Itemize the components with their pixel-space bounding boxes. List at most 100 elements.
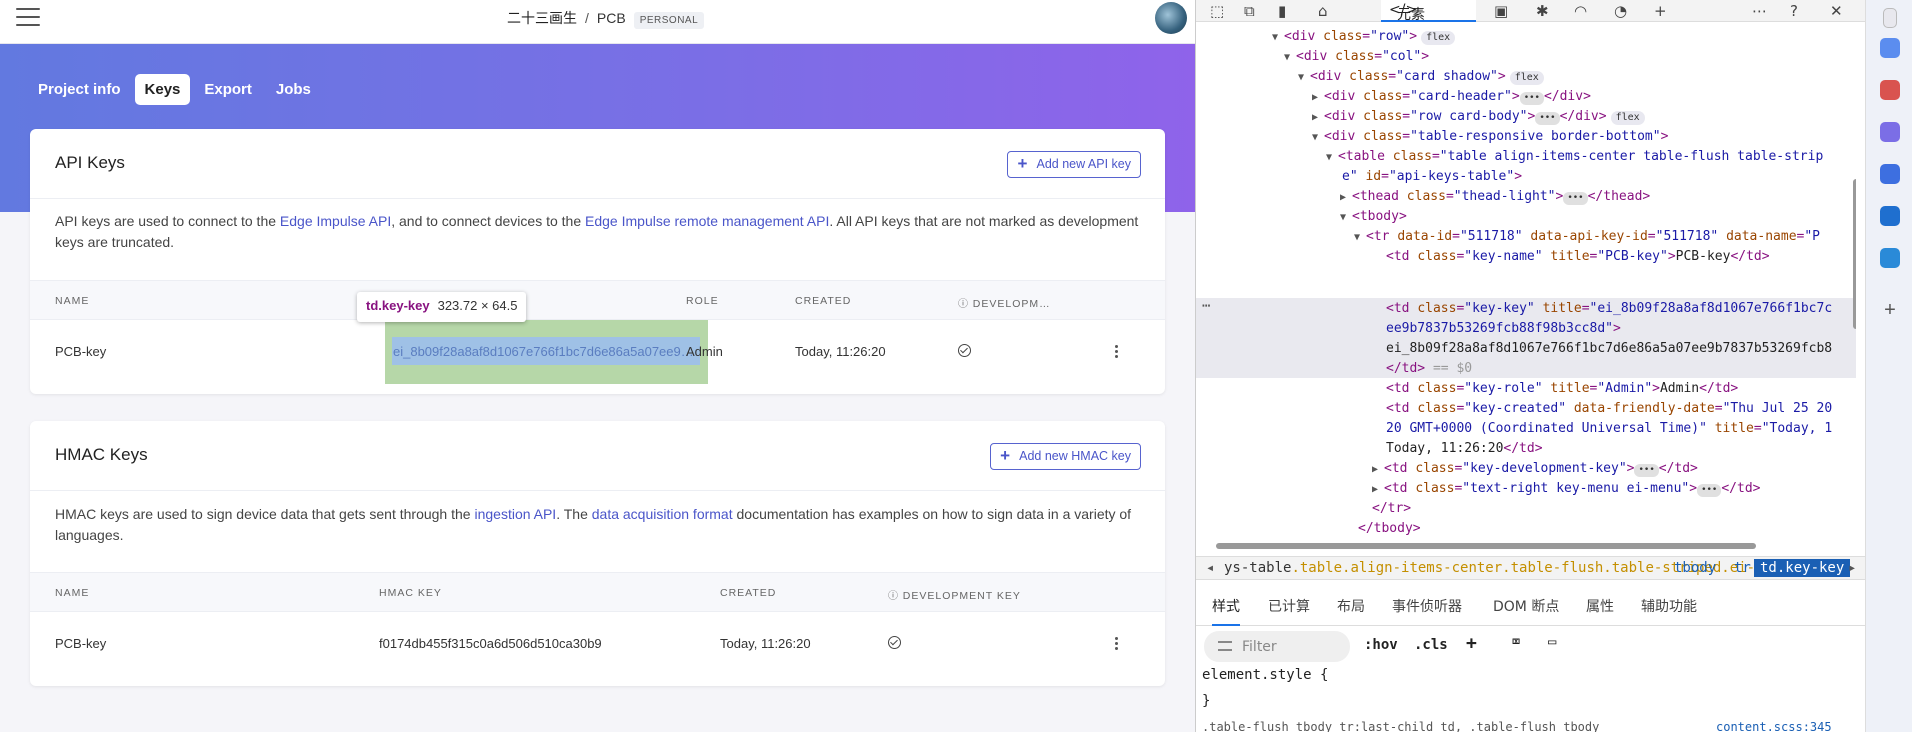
breadcrumb-tbody[interactable]: tbody: [1674, 560, 1716, 576]
expand-triangle-icon[interactable]: ▶: [1340, 188, 1352, 208]
collapse-triangle-icon[interactable]: ▼: [1354, 228, 1366, 248]
copilot-icon[interactable]: [1880, 164, 1900, 184]
network-wifi-icon[interactable]: ◠: [1574, 2, 1587, 20]
dom-tree-vertical-scrollbar[interactable]: [1852, 59, 1856, 540]
dom-node[interactable]: ▼ <div class="card shadow"> flex: [1298, 67, 1544, 87]
welcome-home-icon[interactable]: ⌂: [1318, 2, 1328, 20]
tab-computed[interactable]: 已计算: [1268, 596, 1310, 616]
remote-management-api-link[interactable]: Edge Impulse remote management API: [585, 213, 829, 229]
dom-node[interactable]: ee9b7837b53269fcb88f98b3cc8d">: [1386, 319, 1621, 339]
tab-layout[interactable]: 布局: [1337, 596, 1365, 616]
column-header-development-key[interactable]: ⓘ DEVELOPM…: [958, 295, 1051, 310]
collapse-triangle-icon[interactable]: ▼: [1312, 128, 1324, 148]
add-api-key-button[interactable]: + Add new API key: [1007, 151, 1141, 178]
hamburger-menu-icon[interactable]: [16, 8, 40, 26]
class-toggle-button[interactable]: .cls: [1414, 637, 1448, 653]
column-header-name[interactable]: NAME: [55, 587, 89, 599]
expand-triangle-icon[interactable]: ▶: [1312, 88, 1324, 108]
tab-export[interactable]: Export: [194, 74, 262, 105]
breadcrumb-scroll-right-icon[interactable]: ▸: [1848, 560, 1856, 576]
dom-node[interactable]: ▼ <tr data-id="511718" data-api-key-id="5…: [1354, 227, 1820, 247]
dom-node[interactable]: </table>: [1342, 539, 1405, 540]
tab-properties[interactable]: 属性: [1586, 596, 1614, 616]
sidebar-scrollbar-up-icon[interactable]: [1883, 8, 1897, 28]
device-toolbar-icon[interactable]: ⧉: [1244, 2, 1255, 20]
user-avatar[interactable]: [1155, 2, 1187, 34]
dom-node[interactable]: </tbody>: [1358, 519, 1421, 539]
console-icon[interactable]: ▣: [1494, 2, 1508, 20]
new-style-rule-icon[interactable]: +: [1466, 633, 1477, 654]
dom-node[interactable]: <td class="key-role" title="Admin">Admin…: [1386, 379, 1738, 399]
dom-node-text[interactable]: ei_8b09f28a8af8d1067e766f1bc7d6e86a5a07e…: [1386, 339, 1832, 359]
collapse-triangle-icon[interactable]: ▼: [1272, 28, 1284, 48]
breadcrumb-scroll-left-icon[interactable]: ◂: [1206, 560, 1214, 576]
collapse-triangle-icon[interactable]: ▼: [1284, 48, 1296, 68]
scrollbar-thumb[interactable]: [1853, 179, 1856, 329]
tab-event-listeners[interactable]: 事件侦听器: [1392, 596, 1462, 616]
breadcrumb-tr[interactable]: tr: [1734, 560, 1751, 576]
dom-node[interactable]: ▶ <thead class="thead-light"> ••• </thead>: [1340, 187, 1650, 207]
tab-styles[interactable]: 样式: [1212, 596, 1240, 626]
add-hmac-key-button[interactable]: + Add new HMAC key: [990, 443, 1141, 470]
collapse-triangle-icon[interactable]: ▼: [1298, 68, 1310, 88]
dom-node[interactable]: Today, 11:26:20</td>: [1386, 439, 1543, 459]
column-header-created[interactable]: CREATED: [720, 587, 776, 599]
collapse-triangle-icon[interactable]: ▼: [1340, 208, 1352, 228]
dom-node[interactable]: ▶ <td class="text-right key-menu ei-menu"…: [1372, 479, 1761, 499]
tab-elements[interactable]: </> 元素: [1381, 0, 1476, 23]
outlook-icon[interactable]: [1880, 206, 1900, 226]
tab-dom-breakpoints[interactable]: DOM 断点: [1493, 596, 1559, 616]
column-header-role[interactable]: ROLE: [686, 295, 719, 307]
add-sidebar-app-icon[interactable]: +: [1880, 300, 1900, 320]
tab-keys[interactable]: Keys: [134, 74, 191, 105]
tab-project-info[interactable]: Project info: [28, 74, 131, 105]
ingestion-api-link[interactable]: ingestion API: [474, 506, 556, 522]
people-icon[interactable]: [1880, 122, 1900, 142]
scrollbar-thumb[interactable]: [1216, 543, 1756, 549]
dom-node[interactable]: <td class="key-created" data-friendly-da…: [1386, 399, 1832, 419]
dom-node[interactable]: </td> == $0: [1386, 359, 1472, 379]
bug-icon[interactable]: ✱: [1536, 2, 1549, 20]
project-owner[interactable]: 二十三画生: [507, 10, 577, 26]
dom-node[interactable]: ▶ <div class="card-header"> ••• </div>: [1312, 87, 1591, 107]
tag-icon[interactable]: [1880, 38, 1900, 58]
more-options-icon[interactable]: ⋯: [1752, 2, 1767, 20]
inspect-element-icon[interactable]: ⬚: [1210, 2, 1224, 20]
dom-node[interactable]: ▶ <td class="key-development-key"> ••• </td…: [1372, 459, 1698, 479]
element-style-rule[interactable]: element.style {: [1202, 667, 1328, 683]
dom-node[interactable]: e" id="api-keys-table">: [1342, 167, 1522, 187]
edge-impulse-api-link[interactable]: Edge Impulse API: [280, 213, 391, 229]
api-key-value[interactable]: ei_8b09f28a8af8d1067e766f1bc7d6e86a5a07e…: [393, 344, 699, 359]
column-header-hmac-key[interactable]: HMAC KEY: [379, 587, 442, 599]
toggle-sidebar-icon[interactable]: ▭: [1548, 634, 1556, 650]
close-icon[interactable]: ✕: [1830, 2, 1843, 20]
dom-node[interactable]: 20 GMT+0000 (Coordinated Universal Time)…: [1386, 419, 1832, 439]
add-tool-icon[interactable]: +: [1654, 2, 1667, 20]
expand-triangle-icon[interactable]: ▶: [1372, 480, 1384, 500]
dom-node[interactable]: ▶ <div class="row card-body"> ••• </div> fle…: [1312, 107, 1645, 127]
expand-triangle-icon[interactable]: ▶: [1312, 108, 1324, 128]
expand-triangle-icon[interactable]: ▶: [1372, 460, 1384, 480]
toolbox-icon[interactable]: [1880, 80, 1900, 100]
styles-filter-input[interactable]: Filter: [1204, 631, 1350, 662]
help-icon[interactable]: ?: [1790, 2, 1798, 20]
node-actions-icon[interactable]: ⋯: [1202, 298, 1210, 314]
project-name[interactable]: PCB: [597, 10, 626, 26]
dom-tree-horizontal-scrollbar[interactable]: [1206, 541, 1846, 549]
performance-icon[interactable]: ◔: [1614, 2, 1627, 20]
dom-node[interactable]: ▼ <div class="col">: [1284, 47, 1429, 67]
kebab-menu-icon[interactable]: [1115, 637, 1119, 651]
collapse-triangle-icon[interactable]: ▼: [1326, 148, 1338, 168]
breadcrumb-selected[interactable]: td.key-key: [1754, 559, 1851, 577]
column-header-development-key[interactable]: ⓘ DEVELOPMENT KEY: [888, 587, 1021, 602]
data-acquisition-format-link[interactable]: data acquisition format: [592, 506, 733, 522]
dom-node-selected[interactable]: <td class="key-key" title="ei_8b09f28a8a…: [1386, 299, 1832, 319]
css-rule-selector[interactable]: .table-flush tbody tr:last-child td, .ta…: [1202, 720, 1599, 732]
send-icon[interactable]: [1880, 248, 1900, 268]
kebab-menu-icon[interactable]: [1115, 345, 1119, 359]
dom-node[interactable]: ▼ <div class="row"> flex: [1272, 27, 1456, 48]
hover-state-button[interactable]: :hov: [1364, 637, 1398, 653]
paint-brush-icon[interactable]: ⌧: [1512, 634, 1520, 650]
tab-jobs[interactable]: Jobs: [266, 74, 321, 105]
tab-accessibility[interactable]: 辅助功能: [1641, 596, 1697, 616]
